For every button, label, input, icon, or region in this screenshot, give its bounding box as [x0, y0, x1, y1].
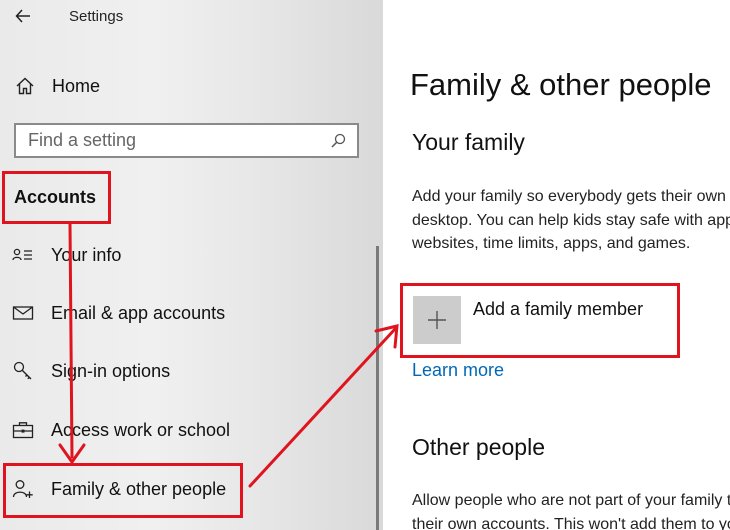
sidebar-item-email-accounts[interactable]: Email & app accounts: [12, 298, 225, 328]
briefcase-icon: [12, 419, 34, 441]
sidebar-item-label: Email & app accounts: [51, 302, 226, 323]
sidebar-item-label: Access work or school: [51, 419, 231, 440]
window-title: Settings: [69, 8, 124, 25]
mail-icon: [12, 302, 34, 324]
search-icon[interactable]: [329, 132, 347, 150]
sidebar-item-label: Home: [52, 75, 101, 96]
description-line: Add your family so everybody gets their …: [412, 188, 730, 205]
sidebar-item-your-info[interactable]: Your info: [12, 240, 121, 270]
settings-sidebar: Settings Home Accounts Your info: [0, 0, 383, 530]
sidebar-item-home[interactable]: Home: [14, 72, 100, 100]
other-people-heading: Other people: [412, 434, 545, 460]
sidebar-item-access-work[interactable]: Access work or school: [12, 415, 230, 445]
search-box[interactable]: [14, 123, 359, 158]
sidebar-item-label: Sign-in options: [51, 360, 171, 381]
description-line: websites, time limits, apps, and games.: [412, 235, 691, 252]
your-family-heading: Your family: [412, 129, 525, 155]
home-icon: [14, 75, 36, 97]
highlight-box-accounts: [2, 171, 111, 224]
search-input[interactable]: [16, 125, 329, 156]
highlight-box-family-nav: [3, 463, 243, 518]
person-card-icon: [12, 244, 34, 266]
sidebar-scrollbar[interactable]: [376, 246, 379, 530]
your-family-description: Add your family so everybody gets their …: [412, 185, 730, 256]
sidebar-item-label: Your info: [51, 244, 122, 265]
description-line: Allow people who are not part of your fa…: [412, 492, 730, 509]
back-button[interactable]: [13, 5, 35, 27]
back-arrow-icon: [15, 9, 30, 23]
description-line: desktop. You can help kids stay safe wit…: [412, 211, 730, 229]
highlight-box-add-member: [400, 283, 680, 358]
learn-more-link[interactable]: Learn more: [412, 360, 504, 381]
other-people-description: Allow people who are not part of your fa…: [412, 489, 730, 530]
key-icon: [12, 360, 34, 382]
page-title: Family & other people: [410, 67, 712, 102]
content-pane: Family & other people Your family Add yo…: [383, 0, 730, 530]
description-line: their own accounts. This won't add them …: [412, 515, 730, 530]
sidebar-item-sign-in-options[interactable]: Sign-in options: [12, 356, 170, 386]
